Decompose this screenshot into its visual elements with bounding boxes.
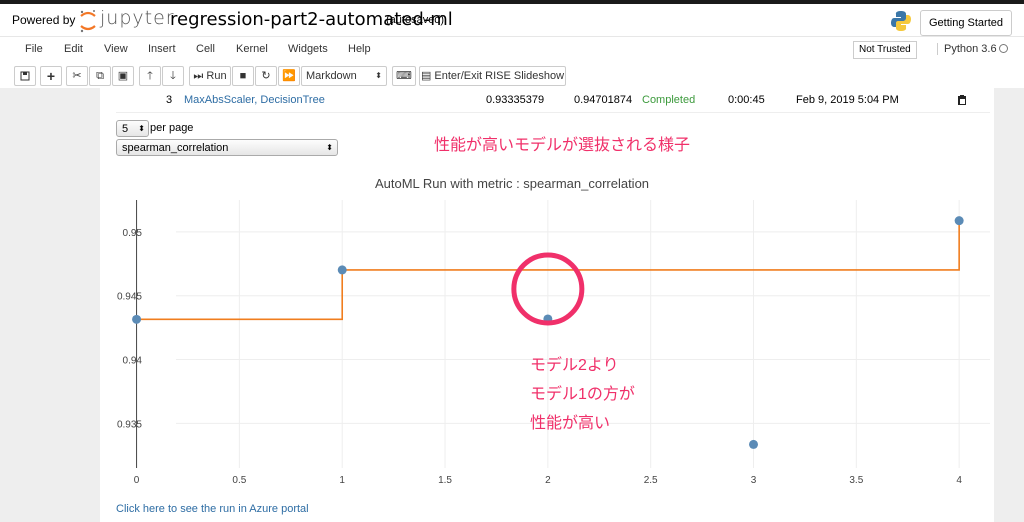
- data-point: [749, 439, 759, 449]
- x-tick-label: 3: [751, 475, 757, 486]
- x-tick-label: 2: [545, 475, 551, 486]
- x-tick-label: 0.5: [232, 475, 246, 486]
- annotation-line-3: 性能が高い: [530, 415, 611, 432]
- data-point: [337, 265, 347, 275]
- score-chart: 0 0.5 1 1.5 2 2.5 3 3.5 4 0.935 0.94 0.945 0.95: [117, 200, 990, 486]
- y-tick-label: 0.94: [123, 356, 143, 367]
- x-tick-label: 0: [134, 475, 140, 486]
- y-tick-label: 0.935: [117, 419, 142, 430]
- x-tick-label: 1: [339, 475, 345, 486]
- x-tick-label: 4: [956, 475, 962, 486]
- y-tick-label: 0.945: [117, 292, 142, 303]
- annotation-line-2: モデル1の方が: [530, 386, 635, 403]
- annotation-line-1: モデル2より: [530, 357, 619, 374]
- y-tick-label: 0.95: [123, 228, 143, 239]
- x-tick-label: 1.5: [438, 475, 452, 486]
- azure-portal-link[interactable]: Click here to see the run in Azure porta…: [116, 503, 309, 515]
- data-point: [954, 216, 964, 226]
- x-tick-label: 2.5: [644, 475, 658, 486]
- data-point: [132, 314, 142, 324]
- x-tick-label: 3.5: [849, 475, 863, 486]
